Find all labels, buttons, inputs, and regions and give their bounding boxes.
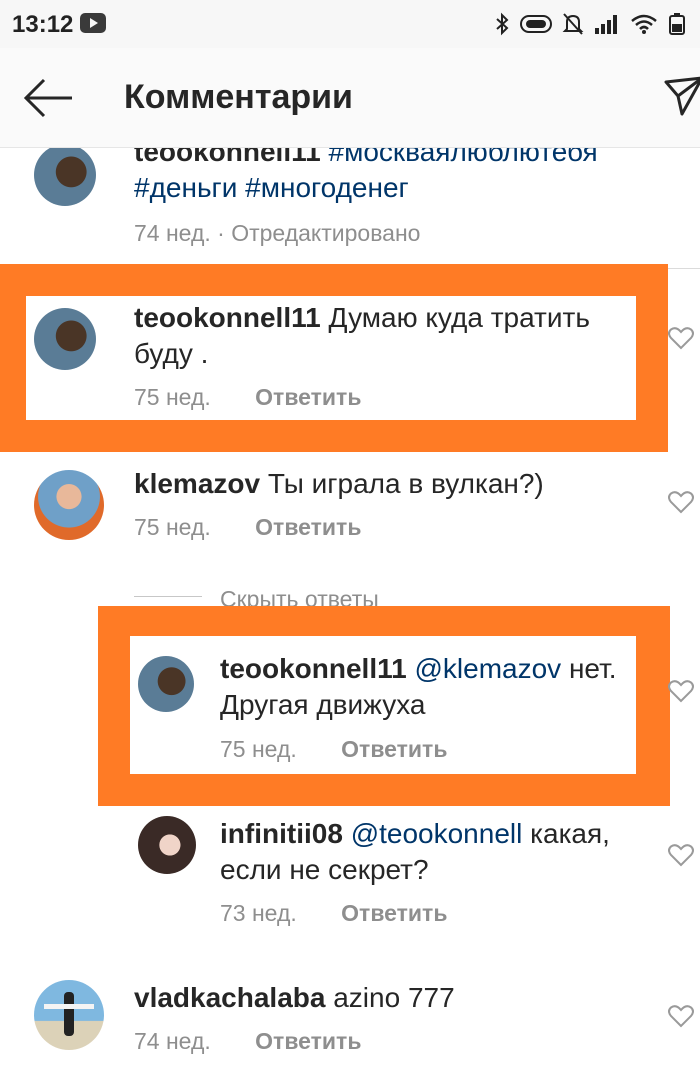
avatar[interactable]	[34, 470, 104, 540]
comment-text: klemazov Ты играла в вулкан?)	[134, 466, 654, 502]
comment: vladkachalaba azino 777 74 нед. Ответить	[0, 976, 700, 1080]
bluetooth-icon	[496, 12, 509, 36]
avatar[interactable]	[138, 656, 194, 712]
comment-text: teookonnell11 #москваялюблютебя #деньги …	[134, 148, 654, 206]
divider	[664, 268, 700, 269]
hide-replies-line	[134, 596, 202, 597]
comment-reply: teookonnell11 @klemazov нет. Другая движ…	[0, 636, 700, 774]
send-icon[interactable]	[664, 74, 700, 118]
battery-icon	[669, 13, 685, 35]
comment-hashtags[interactable]: #деньги #многоденег	[134, 172, 409, 203]
bell-muted-icon	[562, 13, 584, 35]
comment-age: 75 нед.	[134, 514, 211, 540]
heart-icon[interactable]	[668, 1004, 694, 1028]
comment-body: Ты играла в вулкан?)	[267, 468, 544, 499]
comment-text: infinitii08 @teookonnell какая, если не …	[220, 816, 650, 888]
comment-mention[interactable]: @teookonnell	[351, 818, 523, 849]
comment-username[interactable]: vladkachalaba	[134, 982, 325, 1013]
comment-age: 73 нед.	[220, 900, 297, 926]
comment-text: teookonnell11 Думаю куда тратить буду .	[134, 300, 624, 372]
comment-body: какая,	[530, 818, 610, 849]
comment-username[interactable]: infinitii08	[220, 818, 343, 849]
reply-button[interactable]: Ответить	[255, 514, 361, 540]
avatar[interactable]	[34, 308, 96, 370]
comment-meta: 74 нед. Ответить	[134, 1028, 361, 1055]
comment-username[interactable]: teookonnell11	[220, 653, 407, 684]
comment-username[interactable]: teookonnell11	[134, 302, 321, 333]
status-bar: 13:12	[0, 0, 700, 48]
comment: teookonnell11 Думаю куда тратить буду . …	[0, 296, 700, 420]
comment-body-2: буду .	[134, 338, 209, 369]
avatar[interactable]	[138, 816, 196, 874]
comment-meta: 75 нед. Ответить	[220, 736, 447, 763]
avatar-arms	[44, 1004, 94, 1009]
comment-body: нет.	[568, 653, 617, 684]
reply-button[interactable]: Ответить	[255, 1028, 361, 1054]
comment-body-2: Другая движуха	[220, 689, 426, 720]
avatar[interactable]	[34, 148, 96, 206]
status-icons	[494, 10, 690, 38]
wifi-icon	[631, 14, 657, 34]
comment-username[interactable]: teookonnell11	[134, 148, 321, 167]
comment-age: 75 нед.	[220, 736, 297, 762]
comment-age: 74 нед.	[134, 1028, 211, 1054]
comment-text: vladkachalaba azino 777	[134, 980, 654, 1016]
comment-age: 75 нед.	[134, 384, 211, 410]
comment-username[interactable]: klemazov	[134, 468, 260, 499]
reply-button[interactable]: Ответить	[255, 384, 361, 410]
comment-hashtag[interactable]: #москваялюблютебя	[329, 148, 598, 167]
heart-icon[interactable]	[668, 326, 694, 350]
comment-body-2: если не секрет?	[220, 854, 429, 885]
back-arrow-icon[interactable]	[20, 74, 76, 122]
heart-icon[interactable]	[668, 679, 694, 703]
comment: teookonnell11 #москваялюблютебя #деньги …	[0, 148, 700, 268]
comment-reply: infinitii08 @teookonnell какая, если не …	[0, 812, 700, 932]
avatar[interactable]	[34, 980, 104, 1050]
header: Комментарии	[0, 48, 700, 148]
comment-meta: 74 нед. · Отредактировано	[134, 220, 420, 247]
youtube-notification-icon	[80, 13, 106, 33]
edited-label: · Отредактировано	[217, 220, 421, 246]
toggle-icon	[520, 15, 552, 33]
reply-button[interactable]: Ответить	[341, 900, 447, 926]
comment-mention[interactable]: @klemazov	[415, 653, 562, 684]
comment-age: 74 нед.	[134, 220, 211, 246]
avatar-figure	[64, 992, 74, 1036]
comment-meta: 75 нед. Ответить	[134, 514, 361, 541]
status-time: 13:12	[12, 11, 74, 38]
page-title: Комментарии	[124, 78, 353, 116]
comment-body: azino 777	[333, 982, 455, 1013]
comment-body: Думаю куда тратить	[328, 302, 590, 333]
comment-meta: 75 нед. Ответить	[134, 384, 361, 411]
heart-icon[interactable]	[668, 843, 694, 867]
heart-icon[interactable]	[668, 490, 694, 514]
comment-text: teookonnell11 @klemazov нет. Другая движ…	[220, 651, 630, 723]
reply-button[interactable]: Ответить	[341, 736, 447, 762]
signal-icon	[595, 15, 617, 34]
comment-meta: 73 нед. Ответить	[220, 900, 447, 927]
comment: klemazov Ты играла в вулкан?) 75 нед. От…	[0, 462, 700, 572]
